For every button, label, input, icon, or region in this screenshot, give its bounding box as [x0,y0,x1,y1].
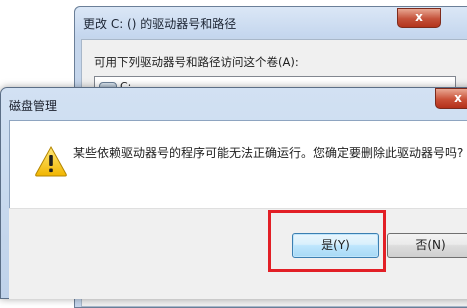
dialog-title: 磁盘管理 [9,99,58,113]
dialog-message: 某些依赖驱动器号的程序可能无法正确运行。您确定要删除此驱动器号吗? [73,146,464,160]
dialog-content: 某些依赖驱动器号的程序可能无法正确运行。您确定要删除此驱动器号吗? [9,120,467,208]
change-drive-letter-titlebar: 更改 C: () 的驱动器号和路径 x [75,7,467,37]
dialog-close-button[interactable]: x [435,88,467,109]
dialog-footer: 是(Y) 否(N) [9,208,467,299]
change-drive-letter-title: 更改 C: () 的驱动器号和路径 [83,17,237,31]
yes-button[interactable]: 是(Y) [292,233,379,258]
disk-management-dialog: 磁盘管理 x 某些依赖驱动器号的程序可能无法正确运行。您确定要删除此驱动器号吗?… [0,87,467,299]
drive-path-prompt: 可用下列驱动器号和路径访问这个卷(A): [94,55,299,69]
no-button[interactable]: 否(N) [387,233,467,258]
warning-icon [35,145,67,177]
background-close-button[interactable]: x [397,8,441,28]
